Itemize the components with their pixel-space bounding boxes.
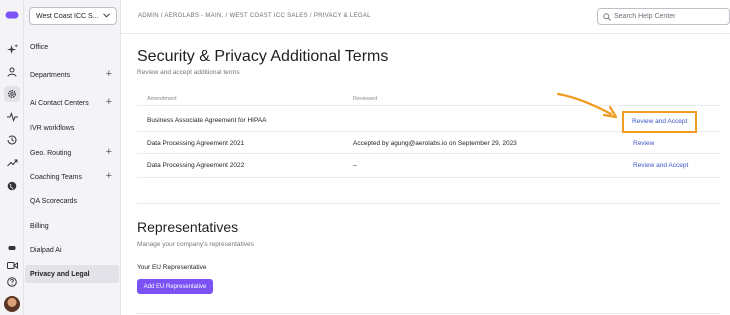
table-row: Data Processing Agreement 2021 Accepted … [137, 132, 720, 154]
annotation-arrow-icon [556, 92, 618, 119]
reviewed-status: Accepted by agung@aerolabs.io on Septemb… [353, 140, 517, 147]
gear-icon[interactable] [4, 86, 20, 102]
amendment-name: Data Processing Agreement 2021 [147, 140, 245, 147]
logo-icon[interactable] [4, 7, 20, 23]
column-header-amendment: Amendment [147, 96, 177, 102]
sidebar-item-ai-contact-centers[interactable]: Ai Contact Centers + [25, 94, 119, 112]
activity-icon[interactable] [4, 109, 20, 125]
sidebar-item-billing[interactable]: Billing [25, 217, 119, 235]
sidebar-item-dialpad-ai[interactable]: Dialpad Ai [25, 241, 119, 259]
eu-representative-label: Your EU Representative [137, 264, 207, 271]
column-header-reviewed: Reviewed [353, 96, 378, 102]
history-icon[interactable] [4, 132, 20, 148]
table-row: Data Processing Agreement 2022 – Review … [137, 154, 720, 178]
plus-icon[interactable]: + [106, 146, 112, 158]
add-eu-representative-button[interactable]: Add EU Representative [137, 279, 213, 294]
sidebar-item-label: Office [30, 43, 49, 51]
table-header-row: Amendment Reviewed [137, 90, 720, 106]
reviewed-status: – [353, 162, 357, 169]
sidebar-item-label: Dialpad Ai [30, 246, 62, 254]
representatives-subtitle: Manage your company's representatives [137, 241, 254, 248]
phone-icon[interactable] [4, 240, 20, 256]
sparkle-icon[interactable] [4, 41, 20, 57]
sidebar-item-office[interactable]: Office [25, 38, 119, 56]
plus-icon[interactable]: + [106, 68, 112, 80]
review-and-accept-link[interactable]: Review and Accept [632, 118, 687, 125]
review-and-accept-link[interactable]: Review and Accept [633, 162, 688, 169]
page-title: Security & Privacy Additional Terms [137, 48, 389, 65]
plus-icon[interactable]: + [106, 96, 112, 108]
search-input[interactable] [614, 13, 724, 20]
sidebar: West Coast ICC S... Office Departments +… [24, 0, 121, 315]
sidebar-item-qa-scorecards[interactable]: QA Scorecards [25, 192, 119, 210]
amendment-name: Business Associate Agreement for HIPAA [147, 117, 267, 124]
avatar[interactable] [4, 296, 20, 312]
sidebar-item-label: Geo. Routing [30, 149, 72, 157]
sidebar-item-label: Departments [30, 71, 71, 79]
section-divider [137, 203, 720, 204]
help-icon[interactable] [4, 274, 20, 290]
search-icon [603, 12, 611, 21]
sidebar-item-coaching-teams[interactable]: Coaching Teams + [25, 168, 119, 186]
sidebar-item-label: IVR workflows [30, 124, 75, 132]
top-bar: ADMIN / AEROLABS - MAIN. / WEST COAST IC… [121, 0, 730, 34]
highlight-box: Review and Accept [622, 111, 697, 133]
org-selector-label: West Coast ICC S... [36, 12, 99, 20]
representatives-title: Representatives [137, 219, 239, 235]
trending-icon[interactable] [4, 155, 20, 171]
org-selector[interactable]: West Coast ICC S... [29, 7, 117, 25]
review-link[interactable]: Review [633, 140, 654, 147]
sidebar-item-geo-routing[interactable]: Geo. Routing + [25, 144, 119, 162]
video-icon[interactable] [4, 257, 20, 273]
sidebar-item-ivr-workflows[interactable]: IVR workflows [25, 119, 119, 137]
search-box[interactable] [597, 8, 730, 25]
icon-rail [0, 0, 24, 315]
globe-icon[interactable] [4, 178, 20, 194]
sidebar-item-label: QA Scorecards [30, 197, 78, 205]
sidebar-item-label: Privacy and Legal [30, 270, 90, 278]
sidebar-item-departments[interactable]: Departments + [25, 66, 119, 84]
section-divider [137, 313, 720, 314]
sidebar-item-label: Ai Contact Centers [30, 99, 89, 107]
sidebar-item-privacy-and-legal[interactable]: Privacy and Legal [25, 265, 119, 283]
sidebar-item-label: Billing [30, 222, 49, 230]
person-icon[interactable] [4, 64, 20, 80]
breadcrumb[interactable]: ADMIN / AEROLABS - MAIN. / WEST COAST IC… [138, 13, 371, 19]
plus-icon[interactable]: + [106, 170, 112, 182]
sidebar-item-label: Coaching Teams [30, 173, 83, 181]
amendment-name: Data Processing Agreement 2022 [147, 162, 245, 169]
page-subtitle: Review and accept additional terms [137, 69, 240, 76]
chevron-down-icon [103, 13, 110, 18]
